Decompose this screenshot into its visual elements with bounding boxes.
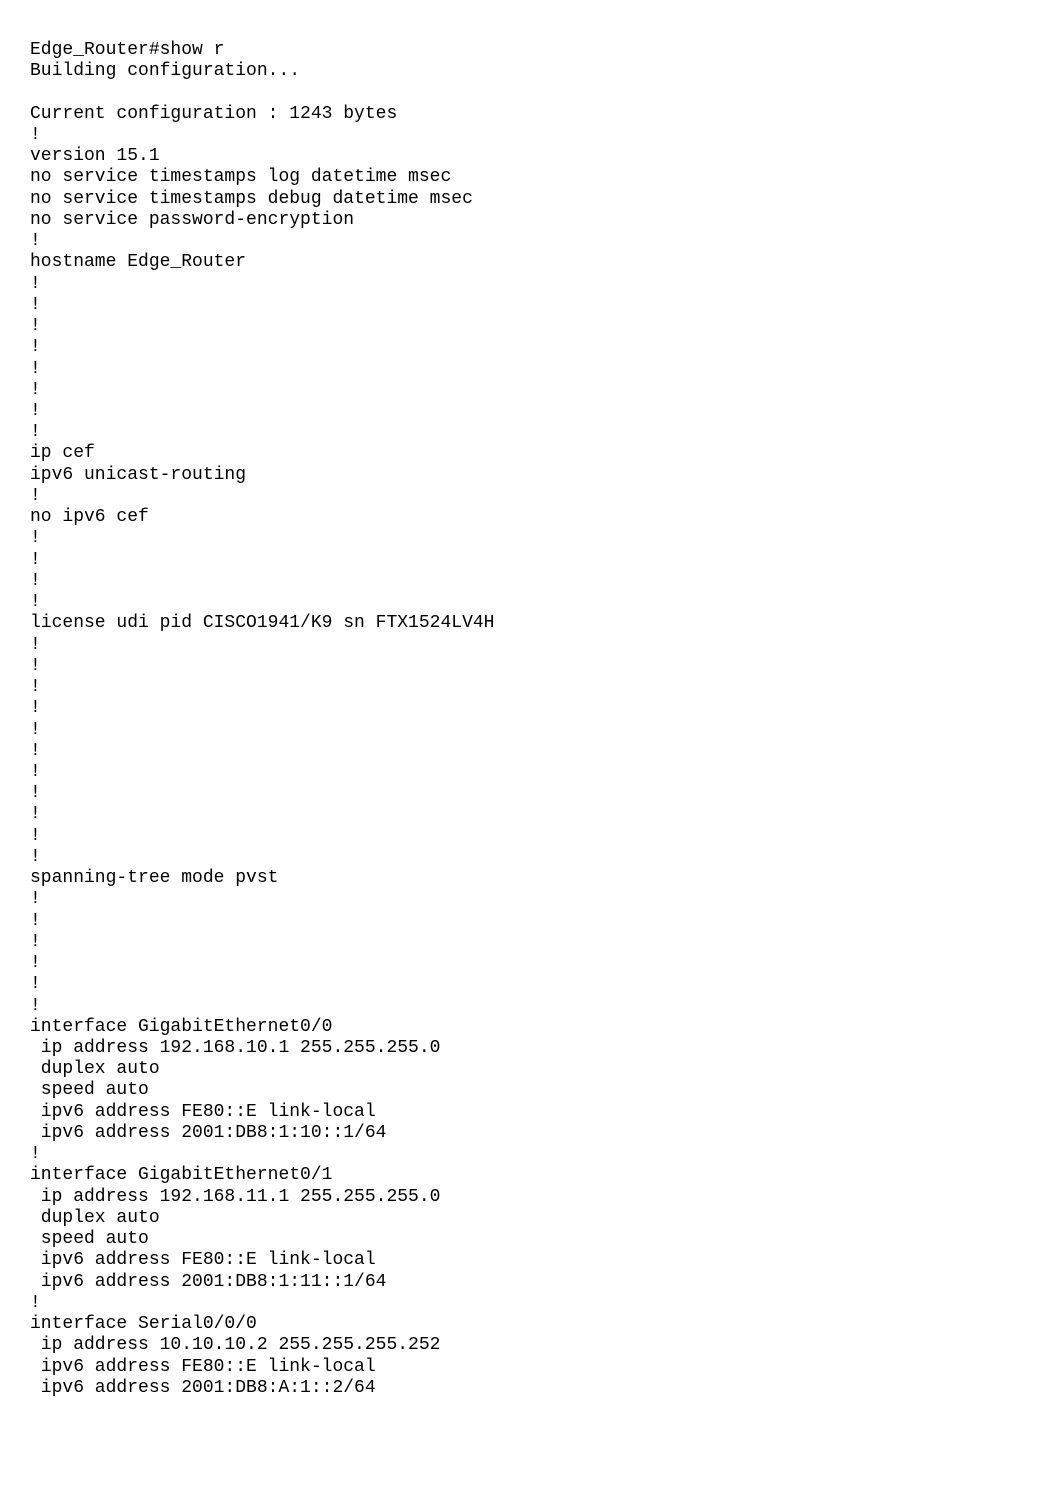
- router-config-output: Edge_Router#show r Building configuratio…: [0, 0, 1062, 1429]
- bang-line: !: [30, 826, 41, 846]
- bang-line: !: [30, 932, 41, 952]
- ip-address-line: ip address 192.168.11.1 255.255.255.0: [30, 1187, 440, 1207]
- speed-line: speed auto: [30, 1080, 149, 1100]
- duplex-line: duplex auto: [30, 1059, 160, 1079]
- ipv6-ll-line: ipv6 address FE80::E link-local: [30, 1102, 376, 1122]
- bang-line: !: [30, 1293, 41, 1313]
- ipv6-ll-line: ipv6 address FE80::E link-local: [30, 1250, 376, 1270]
- current-config-line: Current configuration : 1243 bytes: [30, 104, 397, 124]
- ipv6-addr-line: ipv6 address 2001:DB8:A:1::2/64: [30, 1378, 376, 1398]
- bang-line: !: [30, 571, 41, 591]
- bang-line: !: [30, 698, 41, 718]
- no-ipv6-cef-line: no ipv6 cef: [30, 507, 149, 527]
- bang-line: !: [30, 656, 41, 676]
- spanning-tree-line: spanning-tree mode pvst: [30, 868, 278, 888]
- bang-line: !: [30, 337, 41, 357]
- hostname-line: hostname Edge_Router: [30, 252, 246, 272]
- cli-prompt: Edge_Router#show r: [30, 40, 224, 60]
- duplex-line: duplex auto: [30, 1208, 160, 1228]
- building-line: Building configuration...: [30, 61, 300, 81]
- bang-line: !: [30, 1144, 41, 1164]
- ipv6-addr-line: ipv6 address 2001:DB8:1:10::1/64: [30, 1123, 386, 1143]
- ip-cef-line: ip cef: [30, 443, 95, 463]
- bang-line: !: [30, 741, 41, 761]
- bang-line: !: [30, 401, 41, 421]
- bang-line: !: [30, 231, 41, 251]
- bang-line: !: [30, 783, 41, 803]
- bang-line: !: [30, 422, 41, 442]
- bang-line: !: [30, 274, 41, 294]
- speed-line: speed auto: [30, 1229, 149, 1249]
- bang-line: !: [30, 550, 41, 570]
- bang-line: !: [30, 996, 41, 1016]
- bang-line: !: [30, 889, 41, 909]
- bang-line: !: [30, 677, 41, 697]
- bang-line: !: [30, 380, 41, 400]
- interface-line: interface GigabitEthernet0/0: [30, 1017, 332, 1037]
- interface-line: interface Serial0/0/0: [30, 1314, 257, 1334]
- bang-line: !: [30, 125, 41, 145]
- bang-line: !: [30, 359, 41, 379]
- license-line: license udi pid CISCO1941/K9 sn FTX1524L…: [30, 613, 494, 633]
- bang-line: !: [30, 635, 41, 655]
- service-line: no service timestamps debug datetime mse…: [30, 189, 473, 209]
- bang-line: !: [30, 486, 41, 506]
- bang-line: !: [30, 720, 41, 740]
- bang-line: !: [30, 953, 41, 973]
- bang-line: !: [30, 762, 41, 782]
- bang-line: !: [30, 974, 41, 994]
- ipv6-ll-line: ipv6 address FE80::E link-local: [30, 1357, 376, 1377]
- bang-line: !: [30, 911, 41, 931]
- bang-line: !: [30, 592, 41, 612]
- ip-address-line: ip address 10.10.10.2 255.255.255.252: [30, 1335, 440, 1355]
- bang-line: !: [30, 295, 41, 315]
- bang-line: !: [30, 316, 41, 336]
- service-line: no service timestamps log datetime msec: [30, 167, 451, 187]
- bang-line: !: [30, 528, 41, 548]
- ipv6-addr-line: ipv6 address 2001:DB8:1:11::1/64: [30, 1272, 386, 1292]
- interface-line: interface GigabitEthernet0/1: [30, 1165, 332, 1185]
- bang-line: !: [30, 804, 41, 824]
- ipv6-unicast-line: ipv6 unicast-routing: [30, 465, 246, 485]
- ip-address-line: ip address 192.168.10.1 255.255.255.0: [30, 1038, 440, 1058]
- bang-line: !: [30, 847, 41, 867]
- version-line: version 15.1: [30, 146, 160, 166]
- service-line: no service password-encryption: [30, 210, 354, 230]
